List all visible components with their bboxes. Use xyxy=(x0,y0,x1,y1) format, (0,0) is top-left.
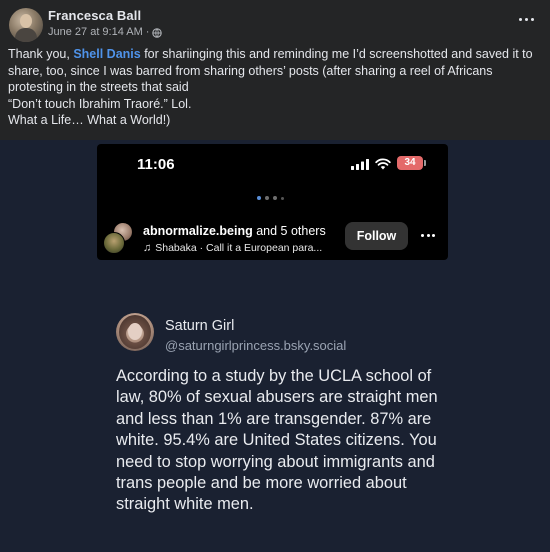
author-name[interactable]: Francesca Ball xyxy=(48,8,141,23)
avatar-face xyxy=(20,14,32,28)
follow-button[interactable]: Follow xyxy=(345,222,408,250)
facebook-post: Francesca Ball June 27 at 9:14 AM · Than… xyxy=(0,0,550,140)
reel-screenshot: 11:06 34 abnormalize.being and 5 others … xyxy=(97,144,448,260)
status-time: 11:06 xyxy=(137,156,175,173)
author-avatar[interactable] xyxy=(9,8,43,42)
battery-icon: 34 xyxy=(397,156,426,170)
mention-link[interactable]: Shell Danis xyxy=(73,47,140,61)
post-text: Thank you, Shell Danis for shariinging t… xyxy=(8,46,542,129)
avatar-face xyxy=(128,323,142,340)
signal-icon xyxy=(351,159,369,170)
reel-avatar-secondary xyxy=(103,232,125,254)
quote-author-handle: @saturngirlprincess.bsky.social xyxy=(165,338,347,353)
reel-account-name: abnormalize.being xyxy=(143,224,253,238)
reel-audio-label: Shabaka · Call it a European para... xyxy=(155,242,323,254)
post-line-closing: What a Life… What a World!) xyxy=(8,113,171,127)
reel-avatars[interactable] xyxy=(103,222,133,254)
post-text-intro: Thank you, xyxy=(8,47,74,61)
more-options-icon[interactable] xyxy=(516,12,536,26)
post-line-quote: “Don’t touch Ibrahim Traoré.” Lol. xyxy=(8,96,192,111)
reel-audio[interactable]: ♫ Shabaka · Call it a European para... xyxy=(143,242,322,254)
wifi-icon xyxy=(375,158,391,170)
post-meta: June 27 at 9:14 AM · xyxy=(48,26,163,38)
reel-account[interactable]: abnormalize.being and 5 others xyxy=(143,224,326,238)
globe-icon xyxy=(152,27,163,38)
meta-separator: · xyxy=(145,26,150,38)
reel-others: and 5 others xyxy=(252,224,326,238)
avatar-body xyxy=(15,28,37,42)
carousel-dots xyxy=(257,196,284,200)
post-date[interactable]: June 27 at 9:14 AM xyxy=(48,26,143,38)
quote-body: According to a study by the UCLA school … xyxy=(116,367,438,514)
page: Francesca Ball June 27 at 9:14 AM · Than… xyxy=(0,0,550,552)
quote-author-name: Saturn Girl xyxy=(165,318,235,334)
reel-more-icon[interactable] xyxy=(421,234,435,237)
quote-avatar xyxy=(116,313,154,351)
music-note-icon: ♫ xyxy=(143,242,152,254)
post-paragraph: Thank you, Shell Danis for shariinging t… xyxy=(8,46,542,96)
